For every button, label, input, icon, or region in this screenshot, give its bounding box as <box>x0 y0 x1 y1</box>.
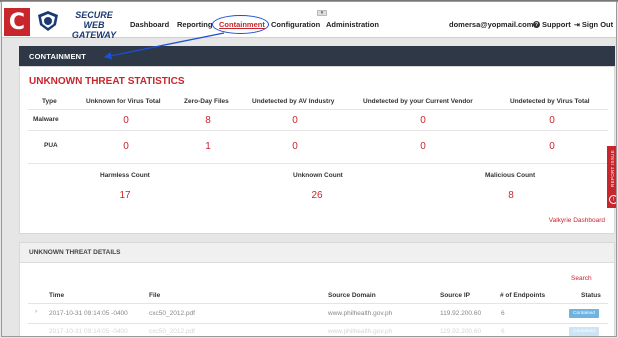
valkyrie-dashboard-link[interactable]: Valkyrie Dashboard <box>549 217 605 224</box>
page-title: CONTAINMENT <box>29 52 87 61</box>
row-ip: 119.92.200.60 <box>440 328 482 335</box>
harmless-count-value: 17 <box>119 190 131 201</box>
question-icon: ? <box>533 21 540 28</box>
row-endpoints: 6 <box>501 310 505 317</box>
malware-unknown-vt: 0 <box>123 115 129 126</box>
malware-zero-day: 8 <box>205 115 211 126</box>
col-undetected-vendor: Undetected by your Current Vendor <box>363 98 473 105</box>
sign-out-icon: ⇥ <box>574 21 580 29</box>
row-domain: www.philhealth.gov.ph <box>328 310 393 317</box>
brand-name: SECURE WEB GATEWAY <box>64 10 124 40</box>
brand-c-logo: C <box>4 8 30 36</box>
row-endpoints: 6 <box>501 328 505 335</box>
row-ip: 119.92.200.60 <box>440 310 482 317</box>
user-email[interactable]: domersa@yopmail.com <box>449 20 533 29</box>
brand-line-2: GATEWAY <box>71 30 117 40</box>
report-issue-icon: ! <box>609 195 616 204</box>
divider <box>28 109 608 110</box>
malware-undetected-vendor: 0 <box>420 115 426 126</box>
row-pua: PUA <box>44 142 58 149</box>
page-title-bar: CONTAINMENT <box>19 46 615 66</box>
row-malware: Malware <box>33 116 59 123</box>
support-link[interactable]: ? Support <box>533 20 571 29</box>
malicious-count-value: 8 <box>508 190 514 201</box>
col-zero-day-files: Zero-Day Files <box>184 98 229 105</box>
col-undetected-virus-total: Undetected by Virus Total <box>510 98 590 105</box>
sign-out-link[interactable]: ⇥ Sign Out <box>574 20 613 29</box>
nav-configuration[interactable]: Configuration <box>271 20 320 29</box>
status-badge: Contained <box>569 309 599 318</box>
row-file: cxc50_2012.pdf <box>149 310 195 317</box>
stats-title: UNKNOWN THREAT STATISTICS <box>29 76 185 87</box>
unknown-count-label: Unknown Count <box>293 172 343 179</box>
sign-out-label: Sign Out <box>581 20 614 29</box>
th-endpoints: # of Endpoints <box>500 292 546 299</box>
threat-details-panel: UNKNOWN THREAT DETAILS Search Time File … <box>19 242 615 336</box>
pua-zero-day: 1 <box>205 141 211 152</box>
row-divider <box>28 323 608 324</box>
details-header: UNKNOWN THREAT DETAILS <box>20 243 614 263</box>
report-issue-label: REPORT ISSUE <box>610 150 615 187</box>
expand-row-icon[interactable]: › <box>35 309 37 315</box>
annotation-circle <box>212 15 269 34</box>
pua-undetected-vendor: 0 <box>420 141 426 152</box>
malware-undetected-vt: 0 <box>549 115 555 126</box>
threat-statistics-panel: UNKNOWN THREAT STATISTICS Type Unknown f… <box>19 66 615 234</box>
nav-dashboard[interactable]: Dashboard <box>130 20 169 29</box>
app-window: C SECURE WEB GATEWAY Dashboard Reporting… <box>1 1 617 337</box>
th-time: Time <box>49 292 65 299</box>
nav-reporting[interactable]: Reporting <box>177 20 212 29</box>
col-unknown-virus-total: Unknown for Virus Total <box>86 98 161 105</box>
pua-unknown-vt: 0 <box>123 141 129 152</box>
pua-undetected-av: 0 <box>292 141 298 152</box>
th-source-ip: Source IP <box>440 292 470 299</box>
row-divider <box>28 303 608 304</box>
row-file: cxc50_2012.pdf <box>149 328 195 335</box>
brand-line-1: SECURE WEB <box>75 10 113 30</box>
support-label: Support <box>542 20 571 29</box>
harmless-count-label: Harmless Count <box>100 172 150 179</box>
divider <box>28 163 608 164</box>
top-navigation: C SECURE WEB GATEWAY Dashboard Reporting… <box>2 2 616 40</box>
shield-logo-icon <box>38 11 58 31</box>
th-file: File <box>149 292 161 299</box>
unknown-count-value: 26 <box>311 190 323 201</box>
pua-undetected-vt: 0 <box>549 141 555 152</box>
search-link[interactable]: Search <box>571 275 592 282</box>
malicious-count-label: Malicious Count <box>485 172 536 179</box>
malware-undetected-av: 0 <box>292 115 298 126</box>
report-issue-tab[interactable]: REPORT ISSUE ! <box>607 146 616 208</box>
th-status: Status <box>581 292 601 299</box>
th-source-domain: Source Domain <box>328 292 376 299</box>
col-type: Type <box>42 98 57 105</box>
status-badge: Contained <box>569 327 599 336</box>
col-undetected-av: Undetected by AV Industry <box>252 98 335 105</box>
row-time: 2017-10-31 09:14:05 -0400 <box>49 310 128 317</box>
divider <box>28 130 608 131</box>
row-domain: www.philhealth.gov.ph <box>328 328 393 335</box>
row-time: 2017-10-31 09:14:05 -0400 <box>49 328 128 335</box>
nav-administration[interactable]: Administration <box>326 20 379 29</box>
details-title: UNKNOWN THREAT DETAILS <box>29 249 121 256</box>
collapse-handle-icon[interactable]: ▾ <box>317 10 327 16</box>
